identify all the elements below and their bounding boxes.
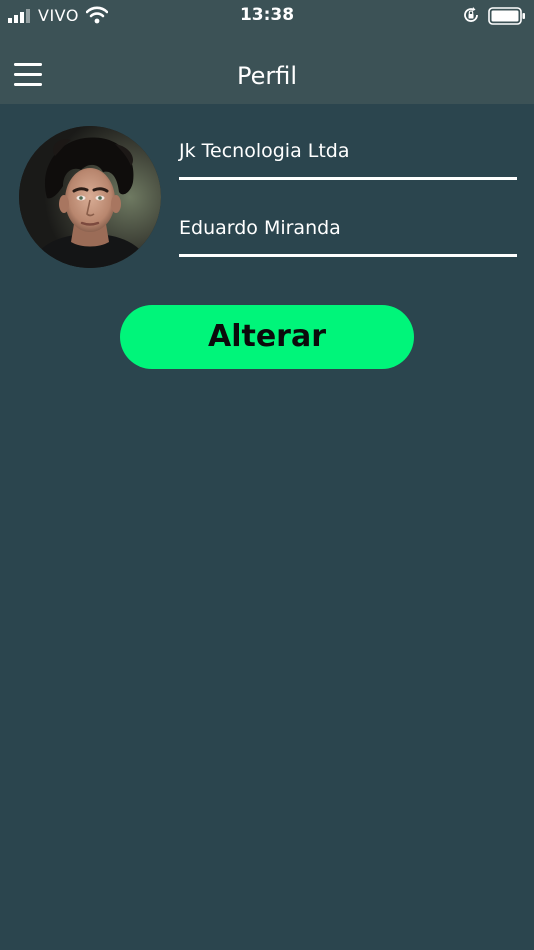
orientation-lock-icon	[464, 7, 478, 22]
page-title: Perfil	[236, 62, 298, 90]
alterar-button[interactable]: Alterar	[120, 305, 414, 369]
status-bar: VIVO 13:38	[0, 0, 534, 32]
avatar	[19, 126, 161, 268]
company-field[interactable]: Jk Tecnologia Ltda	[179, 139, 517, 180]
battery-icon	[488, 7, 525, 25]
profile-photo-icon	[19, 126, 161, 268]
status-time: 13:38	[239, 5, 295, 25]
app-header: VIVO 13:38 Perfil	[0, 0, 534, 104]
name-field[interactable]: Eduardo Miranda	[179, 216, 517, 257]
company-value: Jk Tecnologia Ltda	[179, 140, 350, 162]
name-value: Eduardo Miranda	[179, 217, 341, 239]
